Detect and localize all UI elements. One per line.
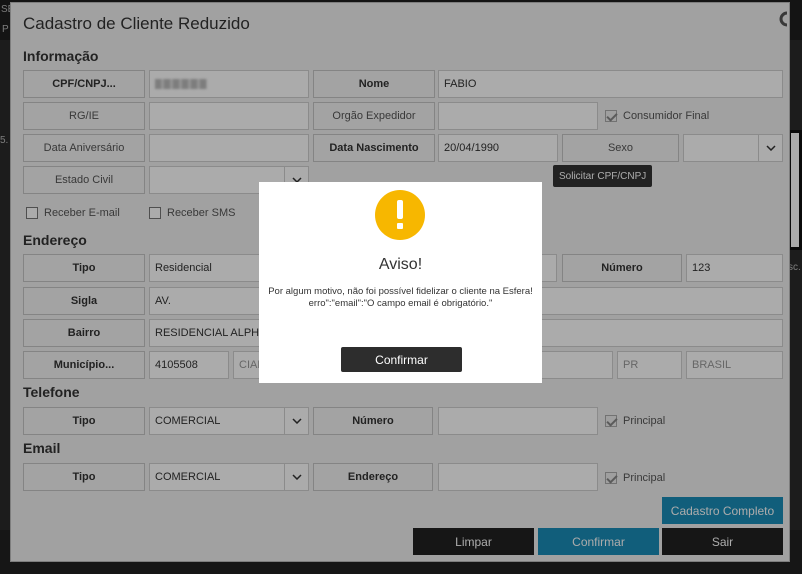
dialog-message: Por algum motivo, não foi possível fidel… bbox=[268, 286, 533, 309]
dialog-title: Aviso! bbox=[378, 256, 423, 273]
warning-dialog: Aviso! Por algum motivo, não foi possíve… bbox=[259, 182, 542, 383]
exclamation-icon bbox=[375, 190, 425, 240]
dialog-confirm-button[interactable]: Confirmar bbox=[341, 347, 462, 372]
